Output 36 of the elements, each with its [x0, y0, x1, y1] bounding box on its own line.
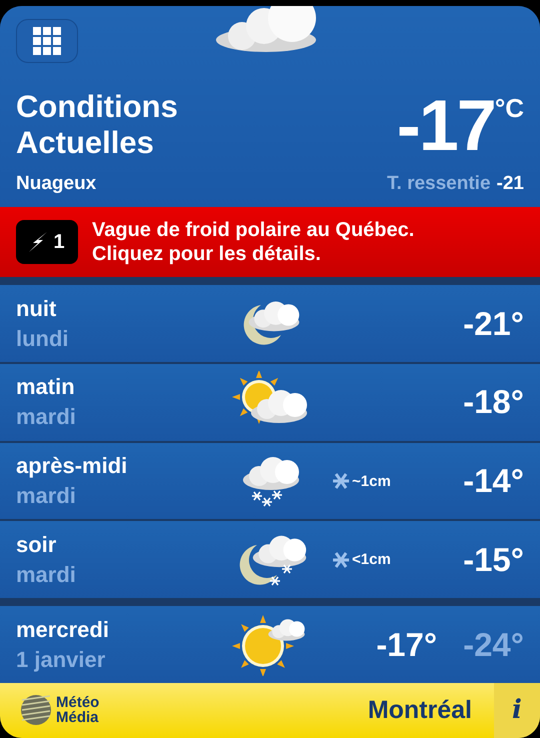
feels-like-value: -21: [496, 173, 524, 195]
snowflake-icon: [332, 550, 350, 569]
city-name: Montréal: [368, 696, 472, 725]
day-name: lundi: [16, 324, 70, 353]
feels-like-label: T. ressentie: [387, 173, 491, 195]
low-temperature: -24°: [463, 626, 524, 664]
condition-text: Nuageux: [16, 173, 96, 195]
globe-icon: [20, 694, 52, 726]
temperature: -15°: [463, 540, 524, 579]
period-name: matin: [16, 373, 76, 402]
temperature: -18°: [463, 383, 524, 422]
conditions-title: Conditions Actuelles: [16, 89, 178, 161]
period-name: nuit: [16, 294, 58, 323]
high-temperature: -17°: [376, 626, 438, 664]
period-name: soir: [16, 530, 58, 559]
day-name: mardi: [16, 403, 77, 432]
alert-link-text: Cliquez pour les détails.: [92, 242, 322, 266]
current-temperature: -17: [396, 91, 495, 161]
snow-amount: <1cm: [352, 551, 391, 568]
alert-banner[interactable]: 1 Vague de froid polaire au Québec. Cliquez pour les détails.: [0, 207, 540, 278]
day-name: mardi: [16, 560, 77, 589]
snow-amount: ~1cm: [352, 472, 391, 490]
info-button[interactable]: i: [494, 682, 540, 738]
alert-count: 1: [53, 230, 65, 254]
alert-message: Vague de froid polaire au Québec.: [92, 218, 414, 242]
logo-text: Météo Média: [56, 695, 100, 726]
day-name: mercredi: [16, 616, 110, 644]
menu-button[interactable]: [16, 19, 78, 63]
temperature: -21°: [463, 304, 524, 343]
temperature-unit: °C: [494, 93, 524, 124]
day-name: mardi: [16, 482, 77, 510]
date: 1 janvier: [16, 646, 106, 674]
period-name: après-midi: [16, 452, 128, 480]
temperature: -14°: [463, 462, 524, 500]
snowflake-icon: [332, 472, 350, 490]
grid-icon: [33, 27, 61, 55]
